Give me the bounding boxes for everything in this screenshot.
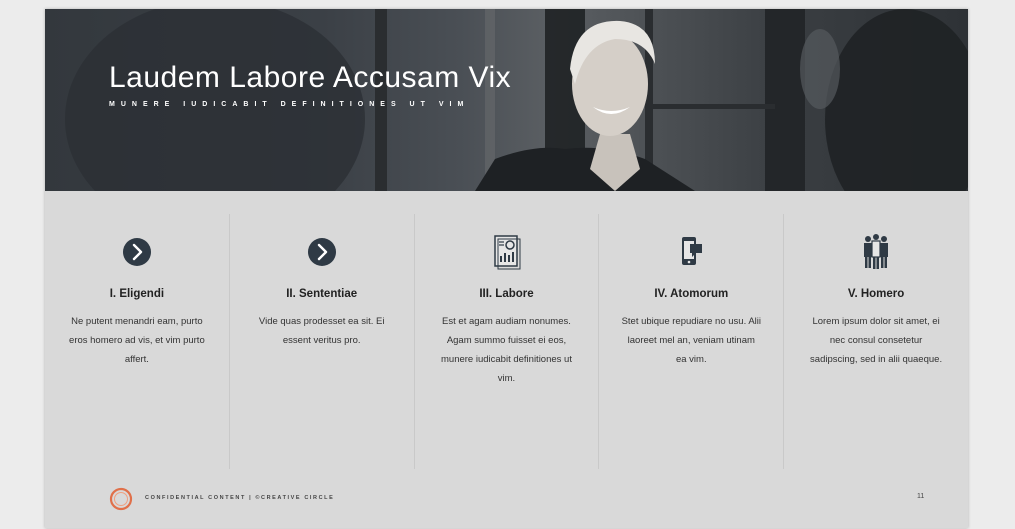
feature-text: Ne putent menandri eam, purto eros homer… bbox=[69, 316, 205, 365]
hero-subtitle: MUNERE IUDICABIT DEFINITIONES UT VIM bbox=[109, 101, 470, 108]
feature-text: Stet ubique repudiare no usu. Alii laore… bbox=[621, 316, 761, 365]
feature-column-4: IV. Atomorum Stet ubique repudiare no us… bbox=[598, 214, 783, 469]
team-people-icon bbox=[864, 234, 889, 269]
chevron-right-circle-icon bbox=[122, 238, 151, 266]
feature-column-1: I. Eligendi Ne putent menandri eam, purt… bbox=[45, 214, 229, 469]
feature-title: I. Eligendi bbox=[109, 288, 165, 300]
feature-columns: I. Eligendi Ne putent menandri eam, purt… bbox=[45, 214, 968, 469]
feature-column-2: II. Sententiae Vide quas prodesset ea si… bbox=[228, 214, 414, 469]
feature-text: Est et agam audiam nonumes. Agam summo f… bbox=[441, 316, 572, 384]
report-document-icon bbox=[494, 235, 521, 270]
hero-title: Laudem Labore Accusam Vix bbox=[109, 61, 512, 94]
feature-title: III. Labore bbox=[479, 288, 534, 300]
feature-title: V. Homero bbox=[847, 288, 905, 300]
feature-title: IV. Atomorum bbox=[654, 288, 729, 300]
creative-circle-logo-icon bbox=[109, 487, 133, 511]
footer-confidential-text: CONFIDENTIAL CONTENT | ©CREATIVE CIRCLE bbox=[145, 495, 335, 501]
chevron-right-circle-icon bbox=[307, 238, 336, 266]
feature-text: Lorem ipsum dolor sit amet, ei nec consu… bbox=[810, 316, 943, 365]
slide: Laudem Labore Accusam Vix MUNERE IUDICAB… bbox=[45, 9, 968, 528]
feature-title: II. Sententiae bbox=[286, 288, 358, 300]
feature-column-5: V. Homero Lorem ipsum dolor sit amet, ei… bbox=[783, 214, 968, 469]
hero-photo bbox=[65, 9, 968, 191]
hero-banner: Laudem Labore Accusam Vix MUNERE IUDICAB… bbox=[45, 9, 968, 191]
mobile-chat-icon bbox=[682, 237, 703, 265]
feature-column-3: III. Labore Est et agam audiam nonumes. … bbox=[413, 214, 599, 469]
feature-text: Vide quas prodesset ea sit. Ei essent ve… bbox=[258, 316, 385, 346]
page-number: 11 bbox=[917, 493, 925, 500]
